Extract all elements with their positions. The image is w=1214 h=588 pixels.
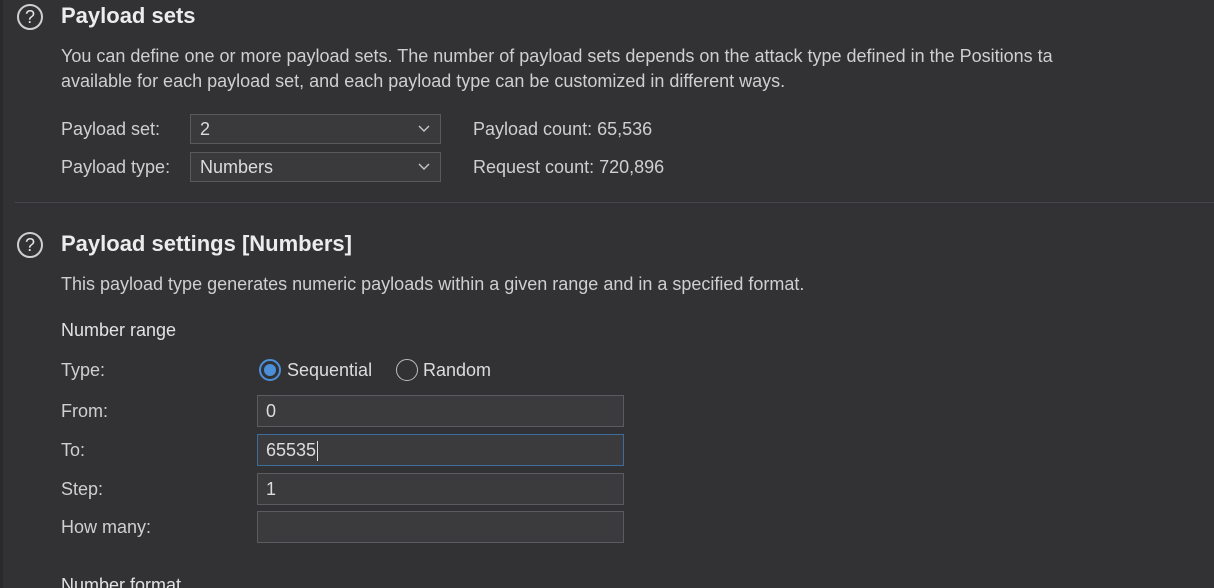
payload-type-dropdown[interactable]: Numbers — [190, 152, 441, 182]
payload-settings-description: This payload type generates numeric payl… — [61, 274, 805, 294]
payload-sets-description-line2: available for each payload set, and each… — [61, 71, 786, 91]
step-label: Step: — [61, 479, 104, 499]
chevron-down-icon — [418, 125, 430, 132]
chevron-down-icon — [418, 163, 430, 170]
question-circle-icon[interactable]: ? — [17, 232, 43, 258]
random-radio[interactable] — [396, 359, 418, 381]
from-label: From: — [61, 401, 108, 421]
text-caret — [317, 441, 319, 462]
number-format-heading: Number format — [61, 575, 182, 588]
section-divider — [15, 202, 1214, 203]
payload-set-label: Payload set: — [61, 119, 161, 139]
number-range-heading: Number range — [61, 320, 177, 340]
step-input-value: 1 — [266, 479, 277, 499]
how-many-input[interactable] — [257, 511, 624, 543]
sequential-radio-label[interactable]: Sequential — [287, 360, 372, 381]
request-count: Request count: 720,896 — [473, 157, 665, 177]
payload-type-label: Payload type: — [61, 157, 171, 177]
sequential-radio[interactable] — [259, 359, 281, 381]
to-input-value: 65535 — [266, 440, 317, 460]
panel-left-border — [0, 0, 3, 588]
payload-sets-description-line1: You can define one or more payload sets.… — [61, 46, 1053, 66]
random-radio-label[interactable]: Random — [423, 360, 491, 381]
payload-set-dropdown[interactable]: 2 — [190, 114, 441, 144]
payload-sets-title: Payload sets — [61, 3, 196, 28]
to-input[interactable]: 65535 — [257, 434, 624, 466]
to-label: To: — [61, 440, 86, 460]
how-many-label: How many: — [61, 517, 152, 537]
payload-settings-title: Payload settings [Numbers] — [61, 231, 352, 256]
step-input[interactable]: 1 — [257, 473, 624, 505]
type-label: Type: — [61, 360, 106, 380]
payloads-panel: ? Payload sets You can define one or mor… — [0, 0, 1214, 588]
from-input[interactable]: 0 — [257, 395, 624, 427]
payload-type-value: Numbers — [200, 157, 274, 177]
payload-count: Payload count: 65,536 — [473, 119, 653, 139]
from-input-value: 0 — [266, 401, 277, 421]
question-circle-icon[interactable]: ? — [17, 4, 43, 30]
payload-set-value: 2 — [200, 119, 211, 139]
